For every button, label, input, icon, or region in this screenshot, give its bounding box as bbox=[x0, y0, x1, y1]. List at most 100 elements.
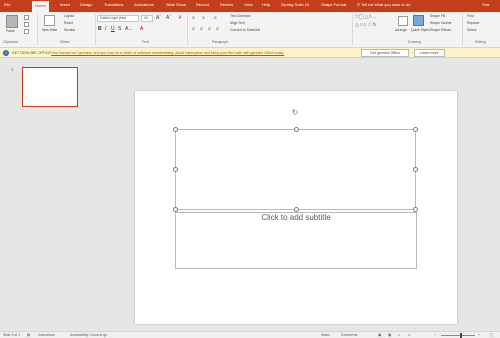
shape-outline-button[interactable]: Shape Outline bbox=[430, 21, 452, 26]
reset-button[interactable]: Reset bbox=[64, 21, 73, 26]
shapes-gallery-row-2[interactable]: △○◇☆↻ bbox=[355, 22, 377, 28]
slideshow-icon[interactable]: ▷ bbox=[408, 333, 411, 338]
find-button[interactable]: Find bbox=[467, 14, 474, 19]
zoom-in-icon[interactable]: + bbox=[478, 333, 480, 338]
tab-help[interactable]: Help bbox=[262, 2, 270, 8]
get-genuine-office-button[interactable]: Get genuine Office bbox=[361, 49, 409, 57]
tab-file[interactable]: File bbox=[4, 2, 10, 8]
align-right-icon[interactable]: ≡ bbox=[208, 26, 211, 32]
font-family-select[interactable]: Calibri Light (Hea bbox=[97, 15, 139, 22]
slide-thumbnail-number: 1 bbox=[11, 67, 14, 72]
font-group-label: Font bbox=[142, 40, 150, 44]
new-slide-button[interactable]: New Slide bbox=[42, 28, 57, 33]
copy-icon[interactable] bbox=[24, 22, 29, 27]
tab-ispring-suite[interactable]: iSpring Suite 10 bbox=[281, 2, 309, 8]
resize-handle[interactable] bbox=[413, 167, 418, 172]
replace-button[interactable]: Replace bbox=[467, 21, 479, 26]
user-account[interactable]: Sha bbox=[482, 2, 489, 8]
format-painter-icon[interactable] bbox=[24, 29, 29, 34]
tab-design[interactable]: Design bbox=[80, 2, 92, 8]
arrange-button[interactable]: Arrange bbox=[395, 28, 407, 33]
rotate-handle-icon[interactable]: ↻ bbox=[291, 109, 299, 117]
section-button[interactable]: Section bbox=[64, 28, 75, 33]
tab-record[interactable]: Record bbox=[196, 2, 209, 8]
justify-icon[interactable]: ≡ bbox=[216, 26, 219, 32]
reading-view-icon[interactable]: □ bbox=[398, 333, 400, 338]
language-indicator[interactable]: Indonesian bbox=[38, 333, 55, 338]
tab-review[interactable]: Review bbox=[220, 2, 233, 8]
paste-button[interactable]: Paste bbox=[6, 29, 15, 34]
learn-more-button[interactable]: Learn more bbox=[414, 49, 445, 57]
info-icon: i bbox=[3, 50, 9, 56]
convert-smartart-button[interactable]: Convert to SmartArt bbox=[230, 28, 260, 33]
arrange-icon[interactable] bbox=[398, 16, 408, 26]
bullets-icon[interactable]: ≡ bbox=[192, 15, 195, 21]
underline-button[interactable]: U bbox=[111, 26, 115, 32]
clipboard-group-label: Clipboard bbox=[3, 40, 18, 44]
drawing-group: □◯△◊→ △○◇☆↻ Arrange Quick Styles Shape F… bbox=[353, 12, 463, 48]
shape-fill-button[interactable]: Shape Fill bbox=[430, 14, 445, 19]
italic-button[interactable]: I bbox=[105, 26, 106, 32]
quick-styles-button[interactable]: Quick Styles bbox=[411, 28, 430, 33]
editing-group-label: Editing bbox=[475, 40, 486, 44]
slide-thumbnail[interactable] bbox=[22, 67, 78, 107]
layout-button[interactable]: Layout bbox=[64, 14, 74, 19]
indent-icon[interactable]: ≡ bbox=[214, 15, 217, 21]
ribbon-tab-bar: File Home Insert Design Transitions Anim… bbox=[0, 0, 500, 12]
fit-to-window-icon[interactable]: ▢ bbox=[490, 333, 493, 338]
numbering-icon[interactable]: ≡ bbox=[202, 15, 205, 21]
resize-handle[interactable] bbox=[173, 127, 178, 132]
increase-font-button[interactable]: Aˆ bbox=[156, 15, 161, 21]
tell-me-label: Tell me what you want to do bbox=[360, 2, 411, 7]
tab-shape-format[interactable]: Shape Format bbox=[321, 2, 346, 8]
tab-slide-show[interactable]: Slide Show bbox=[166, 2, 186, 8]
license-message-bar: i GET GENUINE OFFICE Your license isn't … bbox=[0, 48, 500, 58]
slide-counter: Slide 1 of 1 bbox=[3, 333, 20, 337]
shape-effects-button[interactable]: Shape Effects bbox=[430, 28, 451, 33]
editing-group: Find Replace Select Editing bbox=[463, 12, 500, 48]
resize-handle[interactable] bbox=[413, 127, 418, 132]
font-color-button[interactable]: A bbox=[140, 26, 143, 32]
accessibility-status[interactable]: Accessibility: Good to go bbox=[70, 333, 107, 338]
ribbon: Paste Clipboard New Slide Layout Reset S… bbox=[0, 12, 500, 48]
slides-group-label: Slides bbox=[60, 40, 70, 44]
resize-handle[interactable] bbox=[294, 127, 299, 132]
zoom-slider-thumb[interactable] bbox=[460, 333, 463, 338]
quick-styles-icon[interactable] bbox=[413, 15, 424, 26]
group-divider bbox=[95, 14, 96, 45]
spellcheck-icon[interactable]: ▤ bbox=[27, 333, 30, 338]
font-size-select[interactable]: 40 bbox=[141, 15, 153, 22]
tab-insert[interactable]: Insert bbox=[60, 2, 70, 8]
align-center-icon[interactable]: ≡ bbox=[200, 26, 203, 32]
align-text-button[interactable]: Align Text bbox=[230, 21, 245, 26]
tab-view[interactable]: View bbox=[244, 2, 253, 8]
clear-formatting-icon[interactable]: ✗ bbox=[178, 15, 182, 21]
text-direction-button[interactable]: Text Direction bbox=[230, 14, 251, 19]
subtitle-placeholder-text[interactable]: Click to add subtitle bbox=[175, 213, 417, 222]
notes-button[interactable]: Notes bbox=[321, 333, 330, 338]
tab-animations[interactable]: Animations bbox=[134, 2, 154, 8]
paste-icon[interactable] bbox=[6, 15, 18, 28]
normal-view-icon[interactable]: ▣ bbox=[378, 333, 381, 338]
slide-sorter-icon[interactable]: ▦ bbox=[388, 333, 391, 338]
status-bar: Slide 1 of 1 ▤ Indonesian Accessibility:… bbox=[0, 331, 500, 338]
select-button[interactable]: Select bbox=[467, 28, 476, 33]
tab-home[interactable]: Home bbox=[32, 1, 49, 12]
cut-icon[interactable] bbox=[24, 15, 29, 20]
zoom-out-icon[interactable]: − bbox=[434, 333, 436, 338]
new-slide-icon[interactable] bbox=[44, 15, 55, 26]
bold-button[interactable]: B bbox=[98, 26, 102, 32]
comments-button[interactable]: Comments bbox=[341, 333, 357, 338]
align-left-icon[interactable]: ≡ bbox=[192, 26, 195, 32]
tab-transitions[interactable]: Transitions bbox=[104, 2, 123, 8]
resize-handle[interactable] bbox=[173, 167, 178, 172]
message-bar-label: GET GENUINE OFFICE bbox=[12, 51, 51, 55]
strikethrough-button[interactable]: S bbox=[118, 26, 121, 32]
character-spacing-button[interactable]: A↔ bbox=[125, 26, 133, 32]
zoom-slider[interactable] bbox=[441, 335, 475, 336]
tell-me-search[interactable]: ⚲ Tell me what you want to do bbox=[357, 2, 410, 8]
message-bar-link[interactable]: Your license isn't genuine, and you may … bbox=[51, 50, 284, 56]
decrease-font-button[interactable]: Aˇ bbox=[166, 15, 171, 21]
title-placeholder[interactable] bbox=[175, 129, 416, 210]
shapes-gallery[interactable]: □◯△◊→ bbox=[355, 14, 377, 20]
